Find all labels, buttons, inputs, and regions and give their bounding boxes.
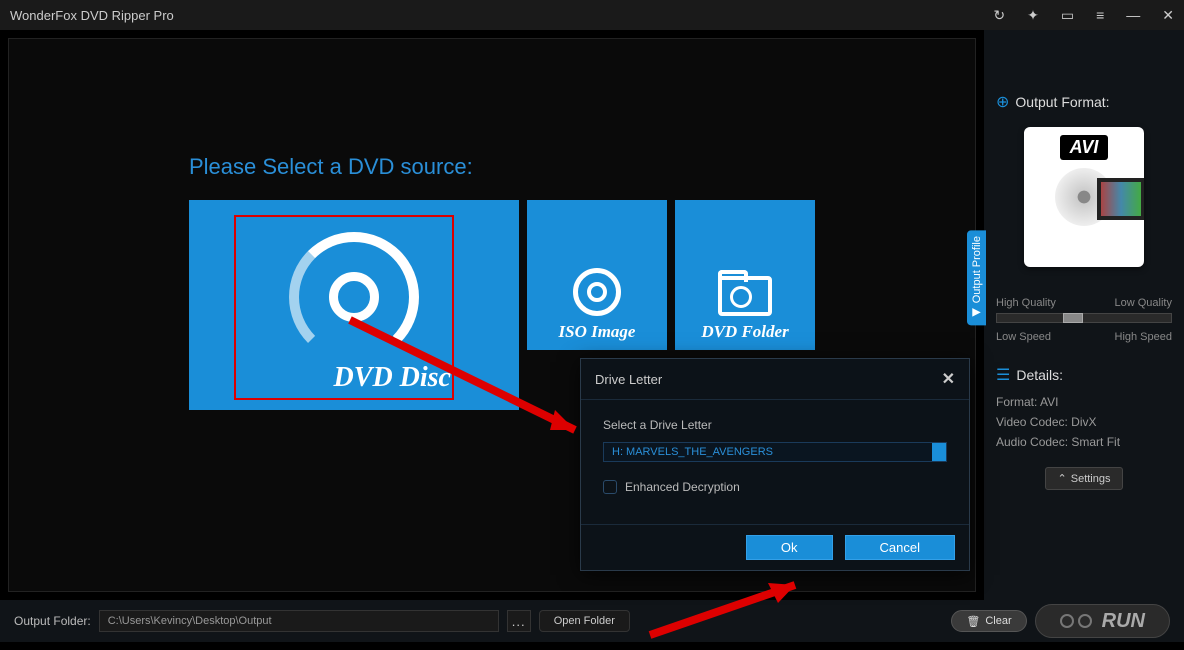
output-profile-tab[interactable]: ◀ Output Profile <box>967 230 986 325</box>
dialog-title: Drive Letter <box>595 372 942 387</box>
titlebar: WonderFox DVD Ripper Pro ↻ ✦ ▭ ≡ — ✕ <box>0 0 1184 30</box>
minimize-icon[interactable]: — <box>1126 7 1140 23</box>
low-speed-label: Low Speed <box>996 331 1051 343</box>
disc-icon <box>289 232 419 362</box>
refresh-icon[interactable]: ↻ <box>993 7 1005 24</box>
folder-label: DVD Folder <box>701 322 788 342</box>
format-badge: AVI <box>1060 135 1109 160</box>
dvd-folder-tile[interactable]: DVD Folder <box>675 200 815 350</box>
enhanced-decryption-checkbox[interactable] <box>603 480 617 494</box>
high-speed-label: High Speed <box>1115 331 1173 343</box>
format-card[interactable]: AVI <box>1024 127 1144 267</box>
chevron-up-icon: ⌃ <box>1058 472 1067 485</box>
app-title: WonderFox DVD Ripper Pro <box>10 8 993 23</box>
cancel-button[interactable]: Cancel <box>845 535 955 560</box>
details-label: Details: <box>1016 367 1063 383</box>
iso-label: ISO Image <box>559 322 636 342</box>
folder-icon <box>718 276 772 316</box>
open-folder-button[interactable]: Open Folder <box>539 610 630 632</box>
drive-letter-dialog: Drive Letter ✕ Select a Drive Letter H: … <box>580 358 970 571</box>
clear-button[interactable]: 🗑 Clear <box>951 610 1026 632</box>
ok-button[interactable]: Ok <box>746 535 833 560</box>
quality-slider[interactable] <box>996 313 1172 323</box>
output-path-input[interactable] <box>99 610 499 632</box>
drive-select[interactable]: H: MARVELS_THE_AVENGERS <box>603 442 947 462</box>
low-quality-label: Low Quality <box>1115 297 1172 309</box>
globe-icon: ⊕ <box>996 92 1009 112</box>
chat-icon[interactable]: ▭ <box>1061 7 1074 24</box>
sidebar: ⊕ Output Format: AVI High Quality Low Qu… <box>984 30 1184 600</box>
dvd-disc-label: DVD Disc <box>334 362 451 394</box>
format-disc-icon <box>1055 168 1113 226</box>
output-format-label: Output Format: <box>1015 94 1109 110</box>
dvd-disc-tile[interactable]: DVD Disc <box>189 200 519 410</box>
trash-icon: 🗑 <box>966 615 980 628</box>
footer: Output Folder: ... Open Folder 🗑 Clear R… <box>0 600 1184 642</box>
select-drive-label: Select a Drive Letter <box>603 418 947 432</box>
dialog-close-icon[interactable]: ✕ <box>942 369 955 389</box>
enhanced-decryption-label: Enhanced Decryption <box>625 480 740 494</box>
iso-image-tile[interactable]: ISO Image <box>527 200 667 350</box>
high-quality-label: High Quality <box>996 297 1056 309</box>
iso-icon <box>573 268 621 316</box>
output-folder-label: Output Folder: <box>14 614 91 628</box>
detail-format: Format: AVI <box>996 395 1172 409</box>
detail-video-codec: Video Codec: DivX <box>996 415 1172 429</box>
close-icon[interactable]: ✕ <box>1162 7 1174 24</box>
menu-icon[interactable]: ≡ <box>1096 7 1104 23</box>
browse-button[interactable]: ... <box>507 610 531 632</box>
source-prompt: Please Select a DVD source: <box>189 154 955 180</box>
run-button[interactable]: RUN <box>1035 604 1170 638</box>
list-icon: ☰ <box>996 365 1010 385</box>
star-icon[interactable]: ✦ <box>1027 7 1039 24</box>
detail-audio-codec: Audio Codec: Smart Fit <box>996 435 1172 449</box>
settings-button[interactable]: ⌃ Settings <box>1045 467 1124 490</box>
